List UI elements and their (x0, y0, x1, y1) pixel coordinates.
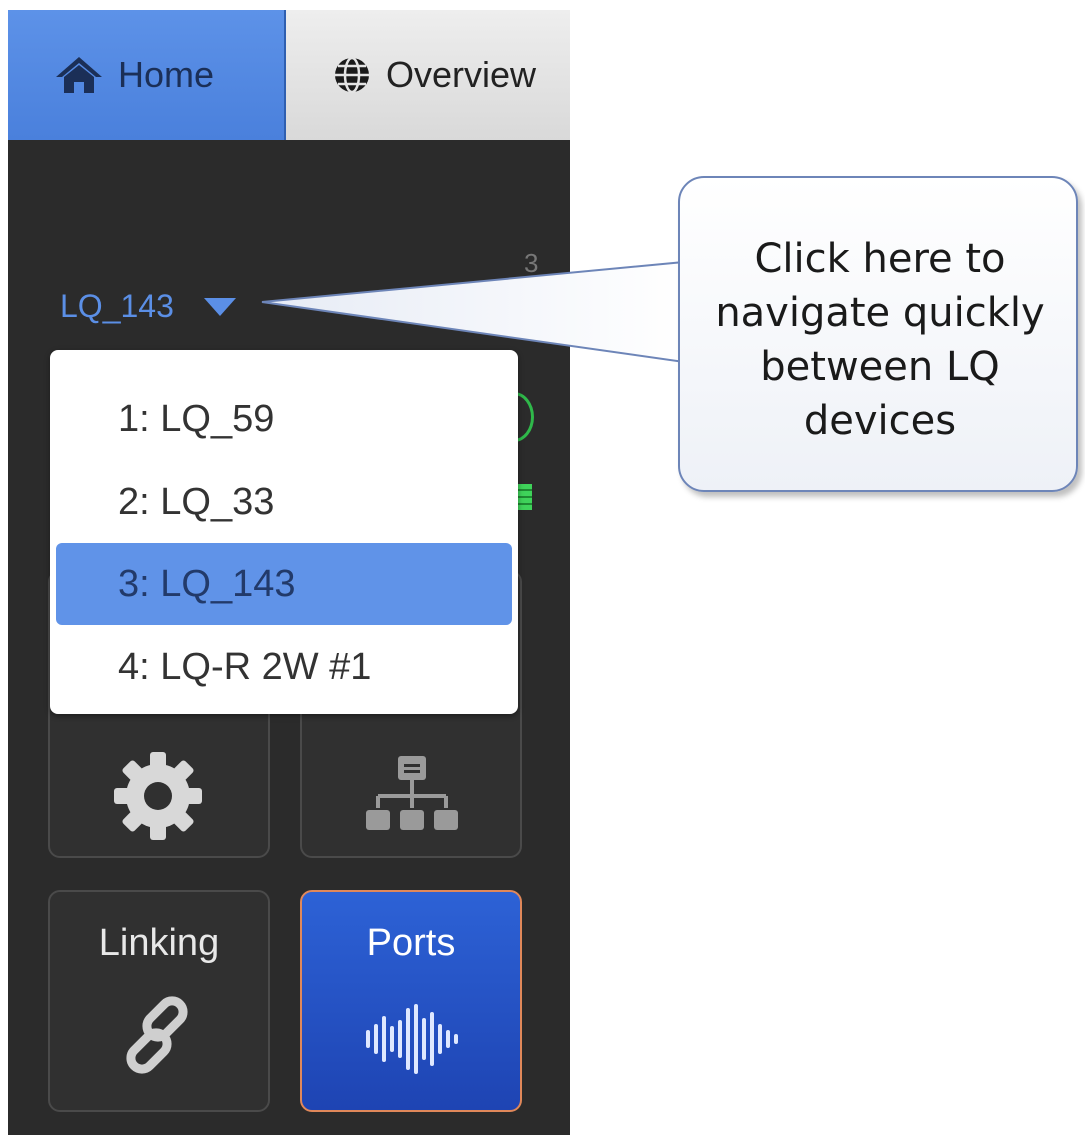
callout-line: Click here to (754, 236, 1006, 282)
callout-line: between LQ (760, 344, 1000, 390)
callout-line: navigate quickly (715, 290, 1045, 336)
callout-line: devices (803, 398, 957, 444)
callout-pointer (261, 260, 685, 364)
callout-text: Click here to navigate quickly between L… (680, 232, 1080, 448)
callout-tooltip: Click here to navigate quickly between L… (678, 176, 1078, 492)
